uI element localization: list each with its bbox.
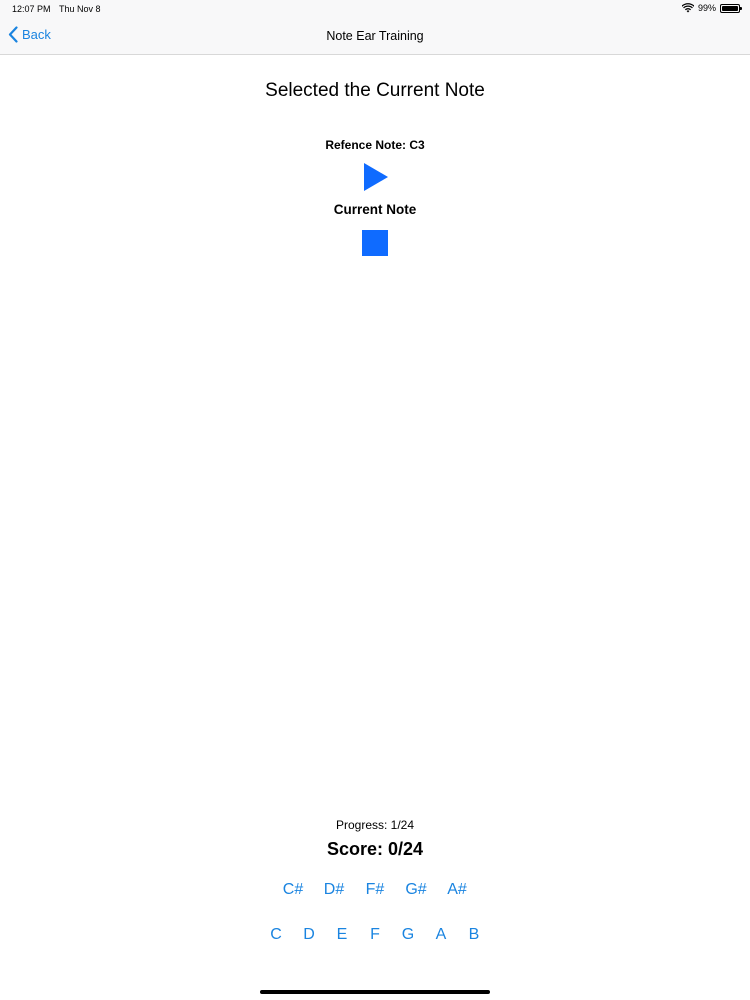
progress-label: Progress: 1/24: [335, 818, 415, 832]
status-time: 12:07 PM: [12, 4, 51, 14]
page-title: Selected the Current Note: [265, 80, 485, 101]
battery-icon: [720, 3, 742, 13]
note-button-g-sharp[interactable]: G#: [396, 881, 437, 899]
note-button-f-sharp[interactable]: F#: [355, 881, 396, 899]
home-indicator[interactable]: [260, 990, 490, 994]
note-button-g[interactable]: G: [392, 926, 425, 944]
battery-fill: [722, 5, 738, 11]
navigation-bar: Back Note Ear Training: [0, 18, 750, 55]
natural-notes-row: C D E F G A B: [0, 926, 750, 944]
note-button-a[interactable]: A: [425, 926, 458, 944]
status-bar: 12:07 PM Thu Nov 8 99%: [0, 0, 750, 18]
nav-title: Note Ear Training: [326, 29, 424, 43]
status-indicators: 99%: [681, 3, 742, 13]
note-button-b[interactable]: B: [458, 926, 491, 944]
note-button-e[interactable]: E: [326, 926, 359, 944]
note-button-f[interactable]: F: [359, 926, 392, 944]
wifi-icon: [681, 3, 694, 13]
note-button-c-sharp[interactable]: C#: [273, 881, 314, 899]
note-button-a-sharp[interactable]: A#: [437, 881, 478, 899]
current-note-label: Current Note: [333, 202, 417, 217]
score-label: Score: 0/24: [326, 839, 424, 859]
note-button-d-sharp[interactable]: D#: [314, 881, 355, 899]
stop-icon[interactable]: [362, 230, 388, 256]
sharp-notes-row: C# D# F# G# A#: [0, 881, 750, 899]
reference-note-label: Refence Note: C3: [325, 138, 425, 152]
battery-percentage: 99%: [697, 3, 716, 13]
note-button-c[interactable]: C: [260, 926, 293, 944]
play-icon[interactable]: [362, 163, 390, 191]
status-date: Thu Nov 8: [59, 4, 101, 14]
note-ear-training-screen: 12:07 PM Thu Nov 8 99% Back Note Ear Tra…: [0, 0, 750, 1000]
note-button-d[interactable]: D: [293, 926, 326, 944]
